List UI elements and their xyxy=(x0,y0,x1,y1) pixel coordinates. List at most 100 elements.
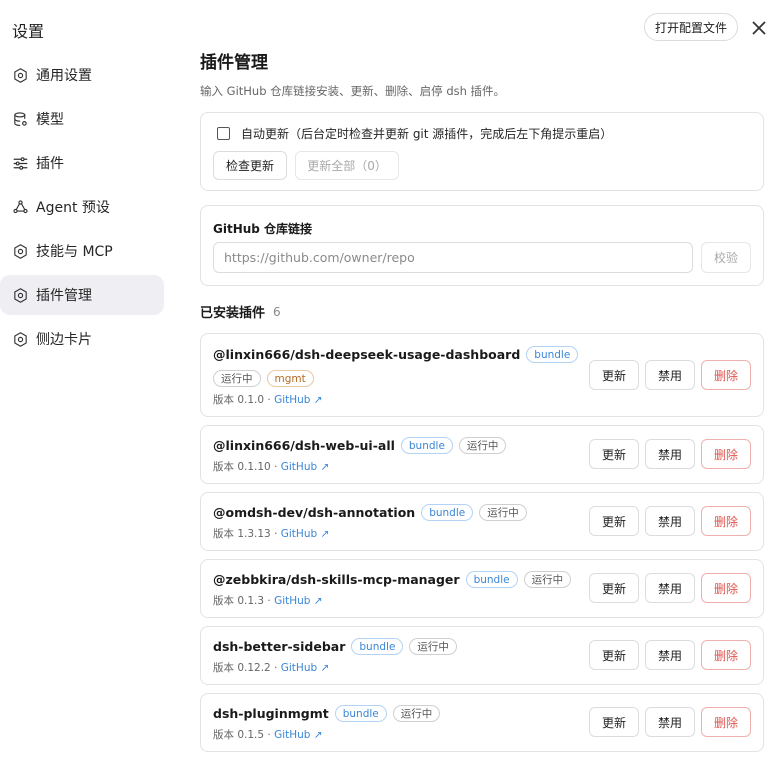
plugin-version: 版本 0.1.3 · xyxy=(213,595,275,607)
plugin-name: @omdsh-dev/dsh-annotation xyxy=(213,505,416,520)
plugin-name: @linxin666/dsh-web-ui-all xyxy=(213,438,395,453)
delete-button[interactable]: 删除 xyxy=(701,506,751,536)
plugin-card: dsh-better-sidebar bundle 运行中 版本 0.12.2 … xyxy=(200,626,764,685)
update-button[interactable]: 更新 xyxy=(589,360,639,390)
plugin-actions: 更新 禁用 删除 xyxy=(589,573,757,603)
plugin-actions: 更新 禁用 删除 xyxy=(589,439,757,469)
settings-gear-icon xyxy=(11,242,29,260)
plugin-meta: 版本 0.1.10 · GitHub ↗ xyxy=(213,459,329,474)
bundle-badge: bundle xyxy=(400,437,453,454)
update-button[interactable]: 更新 xyxy=(589,707,639,737)
close-icon xyxy=(752,21,766,35)
plugin-actions: 更新 禁用 删除 xyxy=(589,506,757,536)
disable-button[interactable]: 禁用 xyxy=(645,360,695,390)
mgmt-badge: mgmt xyxy=(266,370,314,387)
disable-button[interactable]: 禁用 xyxy=(645,707,695,737)
delete-button[interactable]: 删除 xyxy=(701,439,751,469)
sidebar-item-label: 插件管理 xyxy=(36,288,92,304)
bundle-badge: bundle xyxy=(526,346,579,363)
open-config-button[interactable]: 打开配置文件 xyxy=(644,13,739,41)
running-badge: 运行中 xyxy=(458,437,507,454)
delete-button[interactable]: 删除 xyxy=(701,707,751,737)
update-button[interactable]: 更新 xyxy=(589,439,639,469)
github-link[interactable]: GitHub ↗ xyxy=(281,662,330,674)
close-button[interactable] xyxy=(749,18,769,38)
database-icon xyxy=(11,110,29,128)
bundle-badge: bundle xyxy=(465,571,518,588)
plugin-name-row: @omdsh-dev/dsh-annotation bundle 运行中 xyxy=(213,504,527,521)
sidebar-item-models[interactable]: 模型 xyxy=(0,99,164,139)
update-button[interactable]: 更新 xyxy=(589,506,639,536)
plugin-version: 版本 1.3.13 · xyxy=(213,528,281,540)
sidebar-item-skills-mcp[interactable]: 技能与 MCP xyxy=(0,231,164,271)
bundle-badge: bundle xyxy=(351,638,404,655)
update-all-button[interactable]: 更新全部（0） xyxy=(295,151,399,180)
sidebar-item-plugins[interactable]: 插件 xyxy=(0,143,164,183)
sidebar: 设置 通用设置 模型 插件 Agent 预设 技能与 MCP 插件管理 侧边卡片 xyxy=(0,0,172,784)
plugin-name: @linxin666/dsh-deepseek-usage-dashboard xyxy=(213,347,521,362)
github-link[interactable]: GitHub ↗ xyxy=(281,461,330,473)
repo-url-input[interactable] xyxy=(213,242,693,273)
update-button[interactable]: 更新 xyxy=(589,640,639,670)
sidebar-item-general[interactable]: 通用设置 xyxy=(0,55,164,95)
auto-update-checkbox[interactable] xyxy=(217,127,230,140)
sidebar-item-label: 技能与 MCP xyxy=(36,244,113,260)
plugin-name-row: @zebbkira/dsh-skills-mcp-manager bundle … xyxy=(213,571,572,588)
plugin-card: @omdsh-dev/dsh-annotation bundle 运行中 版本 … xyxy=(200,492,764,551)
disable-button[interactable]: 禁用 xyxy=(645,573,695,603)
sidebar-item-label: 模型 xyxy=(36,112,64,128)
bundle-badge: bundle xyxy=(334,705,387,722)
verify-button[interactable]: 校验 xyxy=(701,242,751,273)
installed-count: 6 xyxy=(273,304,281,319)
auto-update-card: 自动更新（后台定时检查并更新 git 源插件，完成后左下角提示重启） 检查更新 … xyxy=(200,112,764,191)
plugin-name-row: dsh-pluginmgmt bundle 运行中 xyxy=(213,705,441,722)
plugin-version: 版本 0.12.2 · xyxy=(213,662,281,674)
plugin-card: @linxin666/dsh-deepseek-usage-dashboard … xyxy=(200,333,764,417)
sidebar-item-label: 通用设置 xyxy=(36,68,92,84)
page-description: 输入 GitHub 仓库链接安装、更新、删除、启停 dsh 插件。 xyxy=(200,84,506,98)
plugin-card: @zebbkira/dsh-skills-mcp-manager bundle … xyxy=(200,559,764,618)
disable-button[interactable]: 禁用 xyxy=(645,640,695,670)
plugin-name: dsh-better-sidebar xyxy=(213,639,346,654)
sidebar-item-plugin-management[interactable]: 插件管理 xyxy=(0,275,164,315)
plugin-meta: 版本 0.1.0 · GitHub ↗ xyxy=(213,392,323,407)
plugin-meta: 版本 1.3.13 · GitHub ↗ xyxy=(213,526,329,541)
sidebar-item-label: Agent 预设 xyxy=(36,200,110,216)
settings-gear-icon xyxy=(11,330,29,348)
plugin-actions: 更新 禁用 删除 xyxy=(589,360,757,390)
installed-plugins-header: 已安装插件 6 xyxy=(200,302,281,322)
sidebar-item-label: 插件 xyxy=(36,156,64,172)
delete-button[interactable]: 删除 xyxy=(701,640,751,670)
plugin-meta: 版本 0.1.5 · GitHub ↗ xyxy=(213,727,323,742)
sidebar-title: 设置 xyxy=(12,22,45,41)
delete-button[interactable]: 删除 xyxy=(701,360,751,390)
github-link[interactable]: GitHub ↗ xyxy=(274,729,323,741)
repo-card: GitHub 仓库链接 校验 xyxy=(200,205,764,286)
delete-button[interactable]: 删除 xyxy=(701,573,751,603)
update-button[interactable]: 更新 xyxy=(589,573,639,603)
disable-button[interactable]: 禁用 xyxy=(645,506,695,536)
github-link[interactable]: GitHub ↗ xyxy=(281,528,330,540)
github-link[interactable]: GitHub ↗ xyxy=(274,595,323,607)
plugin-actions: 更新 禁用 删除 xyxy=(589,640,757,670)
github-link[interactable]: GitHub ↗ xyxy=(274,394,323,406)
plugin-name-row: dsh-better-sidebar bundle 运行中 xyxy=(213,638,457,655)
sidebar-item-label: 侧边卡片 xyxy=(36,332,92,348)
disable-button[interactable]: 禁用 xyxy=(645,439,695,469)
page-title: 插件管理 xyxy=(200,53,268,73)
bundle-badge: bundle xyxy=(421,504,474,521)
installed-title: 已安装插件 xyxy=(200,306,266,321)
repo-label: GitHub 仓库链接 xyxy=(213,222,313,236)
plugin-name: dsh-pluginmgmt xyxy=(213,706,329,721)
check-updates-button[interactable]: 检查更新 xyxy=(213,151,288,180)
sidebar-nav: 通用设置 模型 插件 Agent 预设 技能与 MCP 插件管理 侧边卡片 xyxy=(0,55,164,363)
plugin-version: 版本 0.1.10 · xyxy=(213,461,281,473)
auto-update-row: 自动更新（后台定时检查并更新 git 源插件，完成后左下角提示重启） xyxy=(217,125,612,142)
settings-gear-icon xyxy=(11,286,29,304)
plugin-meta: 版本 0.1.3 · GitHub ↗ xyxy=(213,593,323,608)
sidebar-item-side-cards[interactable]: 侧边卡片 xyxy=(0,319,164,359)
sidebar-item-agent-presets[interactable]: Agent 预设 xyxy=(0,187,164,227)
agent-icon xyxy=(11,198,29,216)
running-badge: 运行中 xyxy=(523,571,572,588)
plugin-name: @zebbkira/dsh-skills-mcp-manager xyxy=(213,572,460,587)
